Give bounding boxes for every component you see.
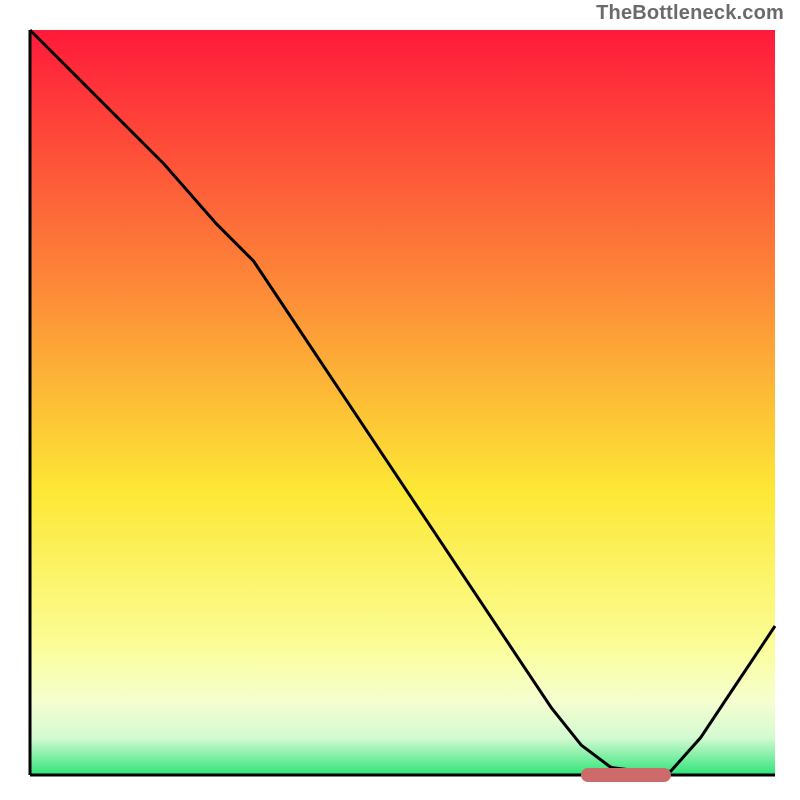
optimum-marker <box>581 768 670 782</box>
bottleneck-chart: TheBottleneck.com <box>0 0 800 800</box>
chart-svg <box>0 0 800 800</box>
